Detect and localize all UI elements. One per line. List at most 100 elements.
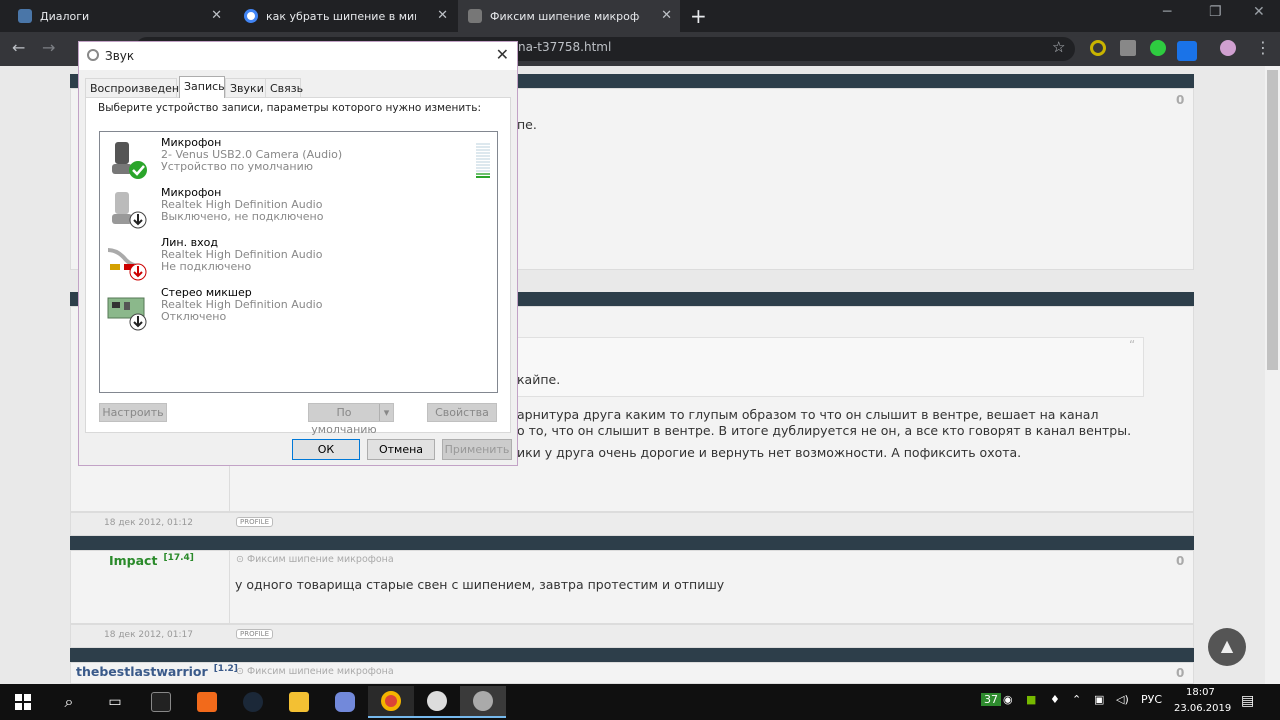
chrome-icon[interactable] [368,686,414,718]
reputation: [1.2] [213,664,238,674]
vk-icon [18,9,32,23]
post-date: 18 дек 2012, 01:17 [104,630,193,640]
dollar-extension-icon[interactable] [1150,40,1166,56]
profile-button[interactable]: PROFILE [236,517,274,527]
microphone-icon [112,192,147,229]
profile-button[interactable]: PROFILE [236,629,274,639]
maximize-icon[interactable]: ❐ [1209,4,1222,20]
windows-icon [15,694,31,710]
speaker-icon [87,49,99,61]
device-status: Отключено [161,310,227,323]
extension-icon[interactable] [1120,40,1136,56]
steam-tray-icon[interactable]: ◉ [1003,693,1013,706]
tab-title: как убрать шипение в микрофо [266,9,416,23]
language-indicator[interactable]: РУС [1141,693,1162,706]
apply-button[interactable]: Применить [442,439,512,460]
close-window-icon[interactable]: ✕ [1253,4,1265,20]
device-status: Устройство по умолчанию [161,160,314,173]
url-text: na-t37758.html [518,40,612,54]
post-date: 18 дек 2012, 01:12 [104,518,193,528]
file-explorer-icon[interactable] [276,686,322,718]
close-tab-icon[interactable]: ✕ [211,8,222,23]
device-item[interactable]: Лин. вход Realtek High Definition Audio … [102,236,492,284]
post-header-bar [70,536,1194,550]
chevron-down-icon[interactable]: ▾ [379,404,393,421]
forward-icon[interactable]: → [42,38,55,57]
properties-button[interactable]: Свойства [427,403,497,422]
avatar[interactable] [1220,40,1236,56]
tab-forum[interactable]: Фиксим шипение микрофона : ✕ [458,0,680,32]
device-status: Не подключено [161,260,252,273]
tab-playback[interactable]: Воспроизведение [85,78,193,98]
scroll-to-top-button[interactable]: ▲ [1208,628,1246,666]
new-tab-button[interactable]: + [690,4,707,28]
chevron-up-icon[interactable]: ⌃ [1072,693,1081,706]
extension-icon[interactable] [1090,40,1106,56]
post-header-bar [70,648,1194,662]
news-extension-icon[interactable] [1177,41,1197,61]
scrollbar-thumb[interactable] [1267,70,1278,370]
microphone-icon [112,142,147,179]
dialog-titlebar[interactable]: Звук ✕ [79,42,517,70]
post-topic: ⊙ Фиксим шипение микрофона [236,666,394,677]
tray-badge[interactable]: 37 [981,693,1001,706]
post-icon: ⊙ [236,554,247,565]
notifications-icon[interactable]: ▤ [1241,693,1254,709]
tab-title: Фиксим шипение микрофона : [490,9,640,23]
post-text: ики у друга очень дорогие и вернуть нет … [517,445,1022,460]
discord-icon[interactable] [322,686,368,718]
tab-google-search[interactable]: как убрать шипение в микрофо ✕ [234,0,456,32]
cancel-button[interactable]: Отмена [367,439,435,460]
clock-date[interactable]: 23.06.2019 [1174,703,1231,714]
recording-panel: Выберите устройство записи, параметры ко… [85,97,511,436]
start-button[interactable] [0,686,46,718]
speaker-icon[interactable] [460,686,506,718]
sound-card-icon [107,297,147,331]
menu-icon[interactable]: ⋮ [1255,38,1271,57]
dialog-title: Звук [105,49,135,63]
set-default-label: По умолчанию [311,406,377,436]
quote-block [512,337,1144,397]
nvidia-tray-icon[interactable]: ■ [1026,693,1036,706]
sound-dialog: Звук ✕ Воспроизведение Звуки Связь Выбер… [78,41,518,466]
post-topic: ⊙ Фиксим шипение микрофона [236,554,394,565]
search-icon[interactable]: ⌕ [46,686,92,718]
network-icon[interactable]: ▣ [1094,693,1104,706]
app-icon[interactable] [414,686,460,718]
forum-icon [468,9,482,23]
quote-icon: “ [1129,338,1136,352]
bookmark-star-icon[interactable]: ☆ [1052,38,1065,56]
device-item[interactable]: Микрофон 2- Venus USB2.0 Camera (Audio) … [102,136,492,184]
back-icon[interactable]: ← [12,38,25,57]
line-in-cable-icon [107,248,147,281]
volume-icon[interactable]: ◁) [1116,693,1129,706]
post-text: у одного товарища старые свен с шипением… [235,577,725,592]
post-rating: 0 [1176,666,1185,680]
epic-games-icon[interactable] [138,686,184,718]
task-view-icon[interactable]: ▭ [92,686,138,718]
level-meter [476,143,490,178]
close-tab-icon[interactable]: ✕ [437,8,448,23]
device-status: Выключено, не подключено [161,210,324,223]
device-item[interactable]: Микрофон Realtek High Definition Audio В… [102,186,492,234]
tray-icon[interactable]: ♦ [1050,693,1060,706]
username: Impact [109,553,158,568]
ok-button[interactable]: ОК [292,439,360,460]
steam-icon[interactable] [230,686,276,718]
set-default-button[interactable]: По умолчанию ▾ [308,403,394,436]
topic-title: Фиксим шипение микрофона [246,666,394,677]
close-tab-icon[interactable]: ✕ [661,8,672,23]
username-link[interactable]: thebestlastwarrior [1.2] [76,664,238,679]
tab-dialogs[interactable]: Диалоги ✕ [8,0,230,32]
post-text: арнитура друга каким то глупым образом т… [517,407,1099,422]
close-dialog-button[interactable]: ✕ [496,45,509,64]
tab-communications[interactable]: Связь [265,78,303,98]
minimize-icon[interactable]: ─ [1163,4,1171,20]
clock-time[interactable]: 18:07 [1186,687,1215,698]
configure-button[interactable]: Настроить [99,403,167,422]
username-link[interactable]: Impact [17.4] [109,553,194,568]
tab-recording[interactable]: Запись [179,76,225,98]
post-text: о то, что он слышит в вентре. В итоге ду… [517,423,1132,438]
device-item[interactable]: Стерео микшер Realtek High Definition Au… [102,286,492,334]
app-icon[interactable] [184,686,230,718]
